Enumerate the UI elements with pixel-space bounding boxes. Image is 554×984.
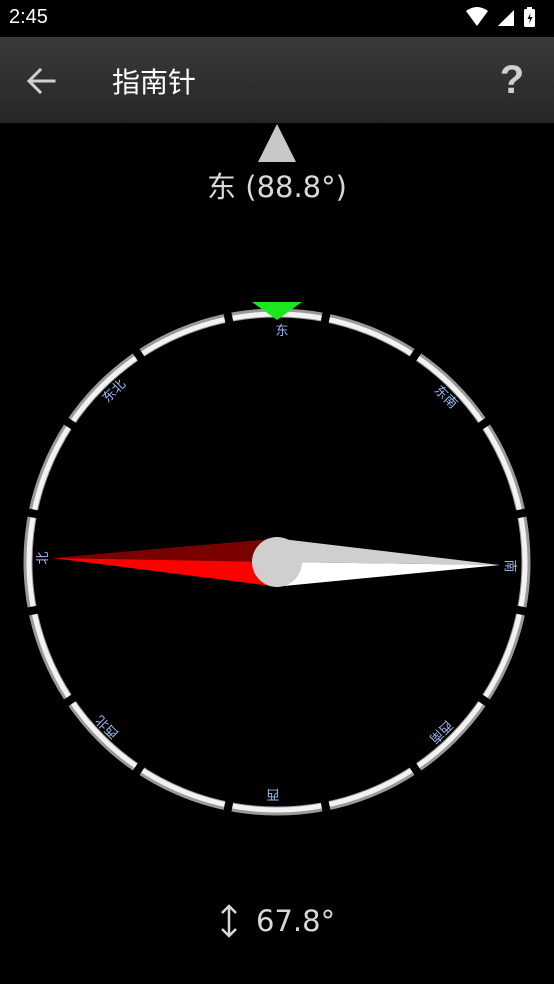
compass-needle-icon [52,537,500,587]
compass-label-east: 东 [275,324,288,339]
ring-gap [511,507,531,520]
compass-label-north: 北 [36,551,51,564]
signal-icon [498,10,514,26]
ring-gap [511,604,531,617]
status-bar: 2:45 [0,0,554,37]
app-title: 指南针 [112,66,197,99]
ring-gap [222,308,235,328]
ring-gap [319,796,332,816]
help-button[interactable]: ? [492,55,532,105]
battery-icon [524,7,535,27]
compass-dial: 东 东南 南 西南 西 西北 北 东北 [23,302,531,816]
compass-screen: 2:45 指南针 ? 东 (88.8°) 东 东南 南 西南 西 西北 北 东北… [0,0,554,984]
compass-label-west: 西 [266,786,279,801]
ring-gap [222,796,235,816]
heading-readout: 东 (88.8°) [207,170,347,204]
ring-gap [23,507,43,520]
vertical-arrows-icon [221,904,237,938]
heading-pointer-icon [258,124,296,162]
app-bar: 指南针 ? [0,37,554,123]
status-time: 2:45 [9,6,48,28]
tilt-value: 67.8° [256,904,336,938]
ring-gap [23,604,43,617]
ring-gap [319,308,332,328]
compass-label-south: 南 [502,559,518,572]
wifi-icon [466,7,488,26]
tilt-readout: 67.8° [0,903,554,947]
status-icons [466,7,535,27]
arrow-left-icon[interactable] [18,57,66,105]
